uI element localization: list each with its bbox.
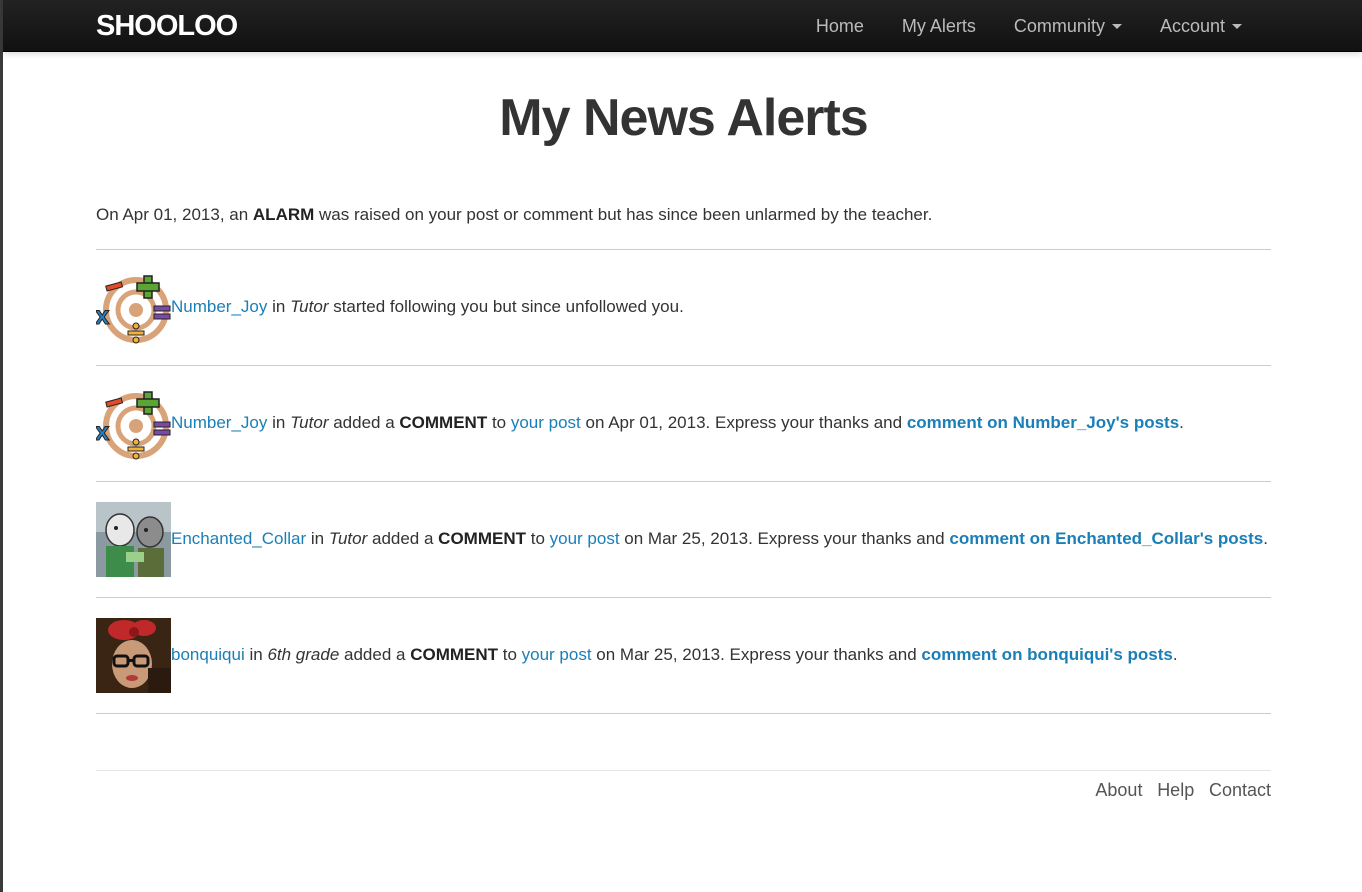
alert-text-prefix: On Apr 01, 2013, an (96, 205, 253, 224)
added-text: added a (367, 528, 439, 548)
your-post-link[interactable]: your post (511, 413, 581, 432)
footer-about-link[interactable]: About (1095, 780, 1142, 800)
avatar[interactable] (96, 502, 171, 577)
brand-logo[interactable]: SHOOLOO (96, 10, 238, 43)
your-post-link[interactable]: your post (550, 529, 620, 548)
to-text: to (487, 412, 511, 432)
top-navbar: SHOOLOO Home My Alerts Community Account (3, 0, 1362, 52)
cartoon-animals-avatar-icon (96, 502, 171, 577)
list-item: bonquiqui in 6th grade added a COMMENT t… (96, 598, 1271, 714)
group-name: 6th grade (267, 644, 340, 664)
comment-on-posts-link[interactable]: comment on bonquiqui's posts (921, 645, 1172, 664)
in-text: in (267, 412, 291, 432)
date-text: on Mar 25, 2013. Express your thanks and (591, 644, 922, 664)
nav-account-label: Account (1159, 15, 1225, 36)
math-symbols-avatar-icon: x (96, 391, 171, 460)
footer-help-link[interactable]: Help (1157, 780, 1194, 800)
alert-keyword: COMMENT (399, 412, 488, 432)
nav-home-label: Home (815, 15, 864, 36)
group-name: Tutor (290, 296, 329, 316)
end-text: . (1172, 644, 1178, 664)
user-link[interactable]: bonquiqui (171, 645, 245, 664)
nav-home[interactable]: Home (816, 16, 864, 37)
page-title: My News Alerts (499, 89, 868, 147)
comment-on-posts-link[interactable]: comment on Number_Joy's posts (907, 413, 1179, 432)
end-text: . (1179, 412, 1184, 432)
to-text: to (526, 528, 550, 548)
to-text: to (498, 644, 522, 664)
added-text: added a (328, 412, 400, 432)
footer-contact-link[interactable]: Contact (1209, 780, 1271, 800)
svg-text:x: x (96, 300, 110, 330)
nav-account[interactable]: Account (1160, 16, 1242, 37)
list-item: x Number_Joy in Tutor added a COMMENT to… (96, 366, 1271, 482)
nav-menu: Home My Alerts Community Account (778, 0, 1242, 52)
your-post-link[interactable]: your post (522, 645, 592, 664)
in-text: in (306, 528, 329, 548)
math-symbols-avatar-icon: x (96, 275, 171, 344)
user-link[interactable]: Number_Joy (171, 413, 267, 432)
chevron-down-icon (1232, 23, 1242, 29)
action-text: started following you but since unfollow… (328, 296, 684, 316)
nav-my-alerts-label: My Alerts (901, 15, 976, 36)
svg-text:x: x (96, 416, 110, 446)
person-photo-avatar-icon (96, 618, 171, 693)
added-text: added a (339, 644, 411, 664)
nav-my-alerts[interactable]: My Alerts (902, 16, 976, 37)
user-link[interactable]: Enchanted_Collar (171, 529, 306, 548)
alarm-alert: On Apr 01, 2013, an ALARM was raised on … (96, 202, 1271, 250)
list-item: x Number_Joy in Tutor started following … (96, 250, 1271, 366)
avatar[interactable] (96, 618, 171, 693)
end-text: . (1263, 528, 1268, 548)
footer: About Help Contact (96, 770, 1271, 801)
avatar[interactable]: x (96, 270, 171, 345)
main-content: My News Alerts On Apr 01, 2013, an ALARM… (96, 52, 1271, 801)
group-name: Tutor (290, 412, 329, 432)
user-link[interactable]: Number_Joy (171, 297, 267, 316)
alert-keyword: COMMENT (438, 528, 526, 548)
alert-keyword: ALARM (252, 205, 315, 224)
avatar[interactable]: x (96, 386, 171, 461)
alert-text-suffix: was raised on your post or comment but h… (314, 205, 933, 224)
chevron-down-icon (1111, 23, 1122, 29)
comment-on-posts-link[interactable]: comment on Enchanted_Collar's posts (949, 529, 1263, 548)
nav-community[interactable]: Community (1014, 16, 1122, 37)
alert-keyword: COMMENT (410, 644, 499, 664)
group-name: Tutor (328, 528, 368, 548)
date-text: on Apr 01, 2013. Express your thanks and (580, 412, 907, 432)
in-text: in (267, 296, 291, 316)
nav-community-label: Community (1013, 15, 1105, 36)
in-text: in (244, 644, 268, 664)
list-item: Enchanted_Collar in Tutor added a COMMEN… (96, 482, 1271, 598)
date-text: on Mar 25, 2013. Express your thanks and (619, 528, 950, 548)
